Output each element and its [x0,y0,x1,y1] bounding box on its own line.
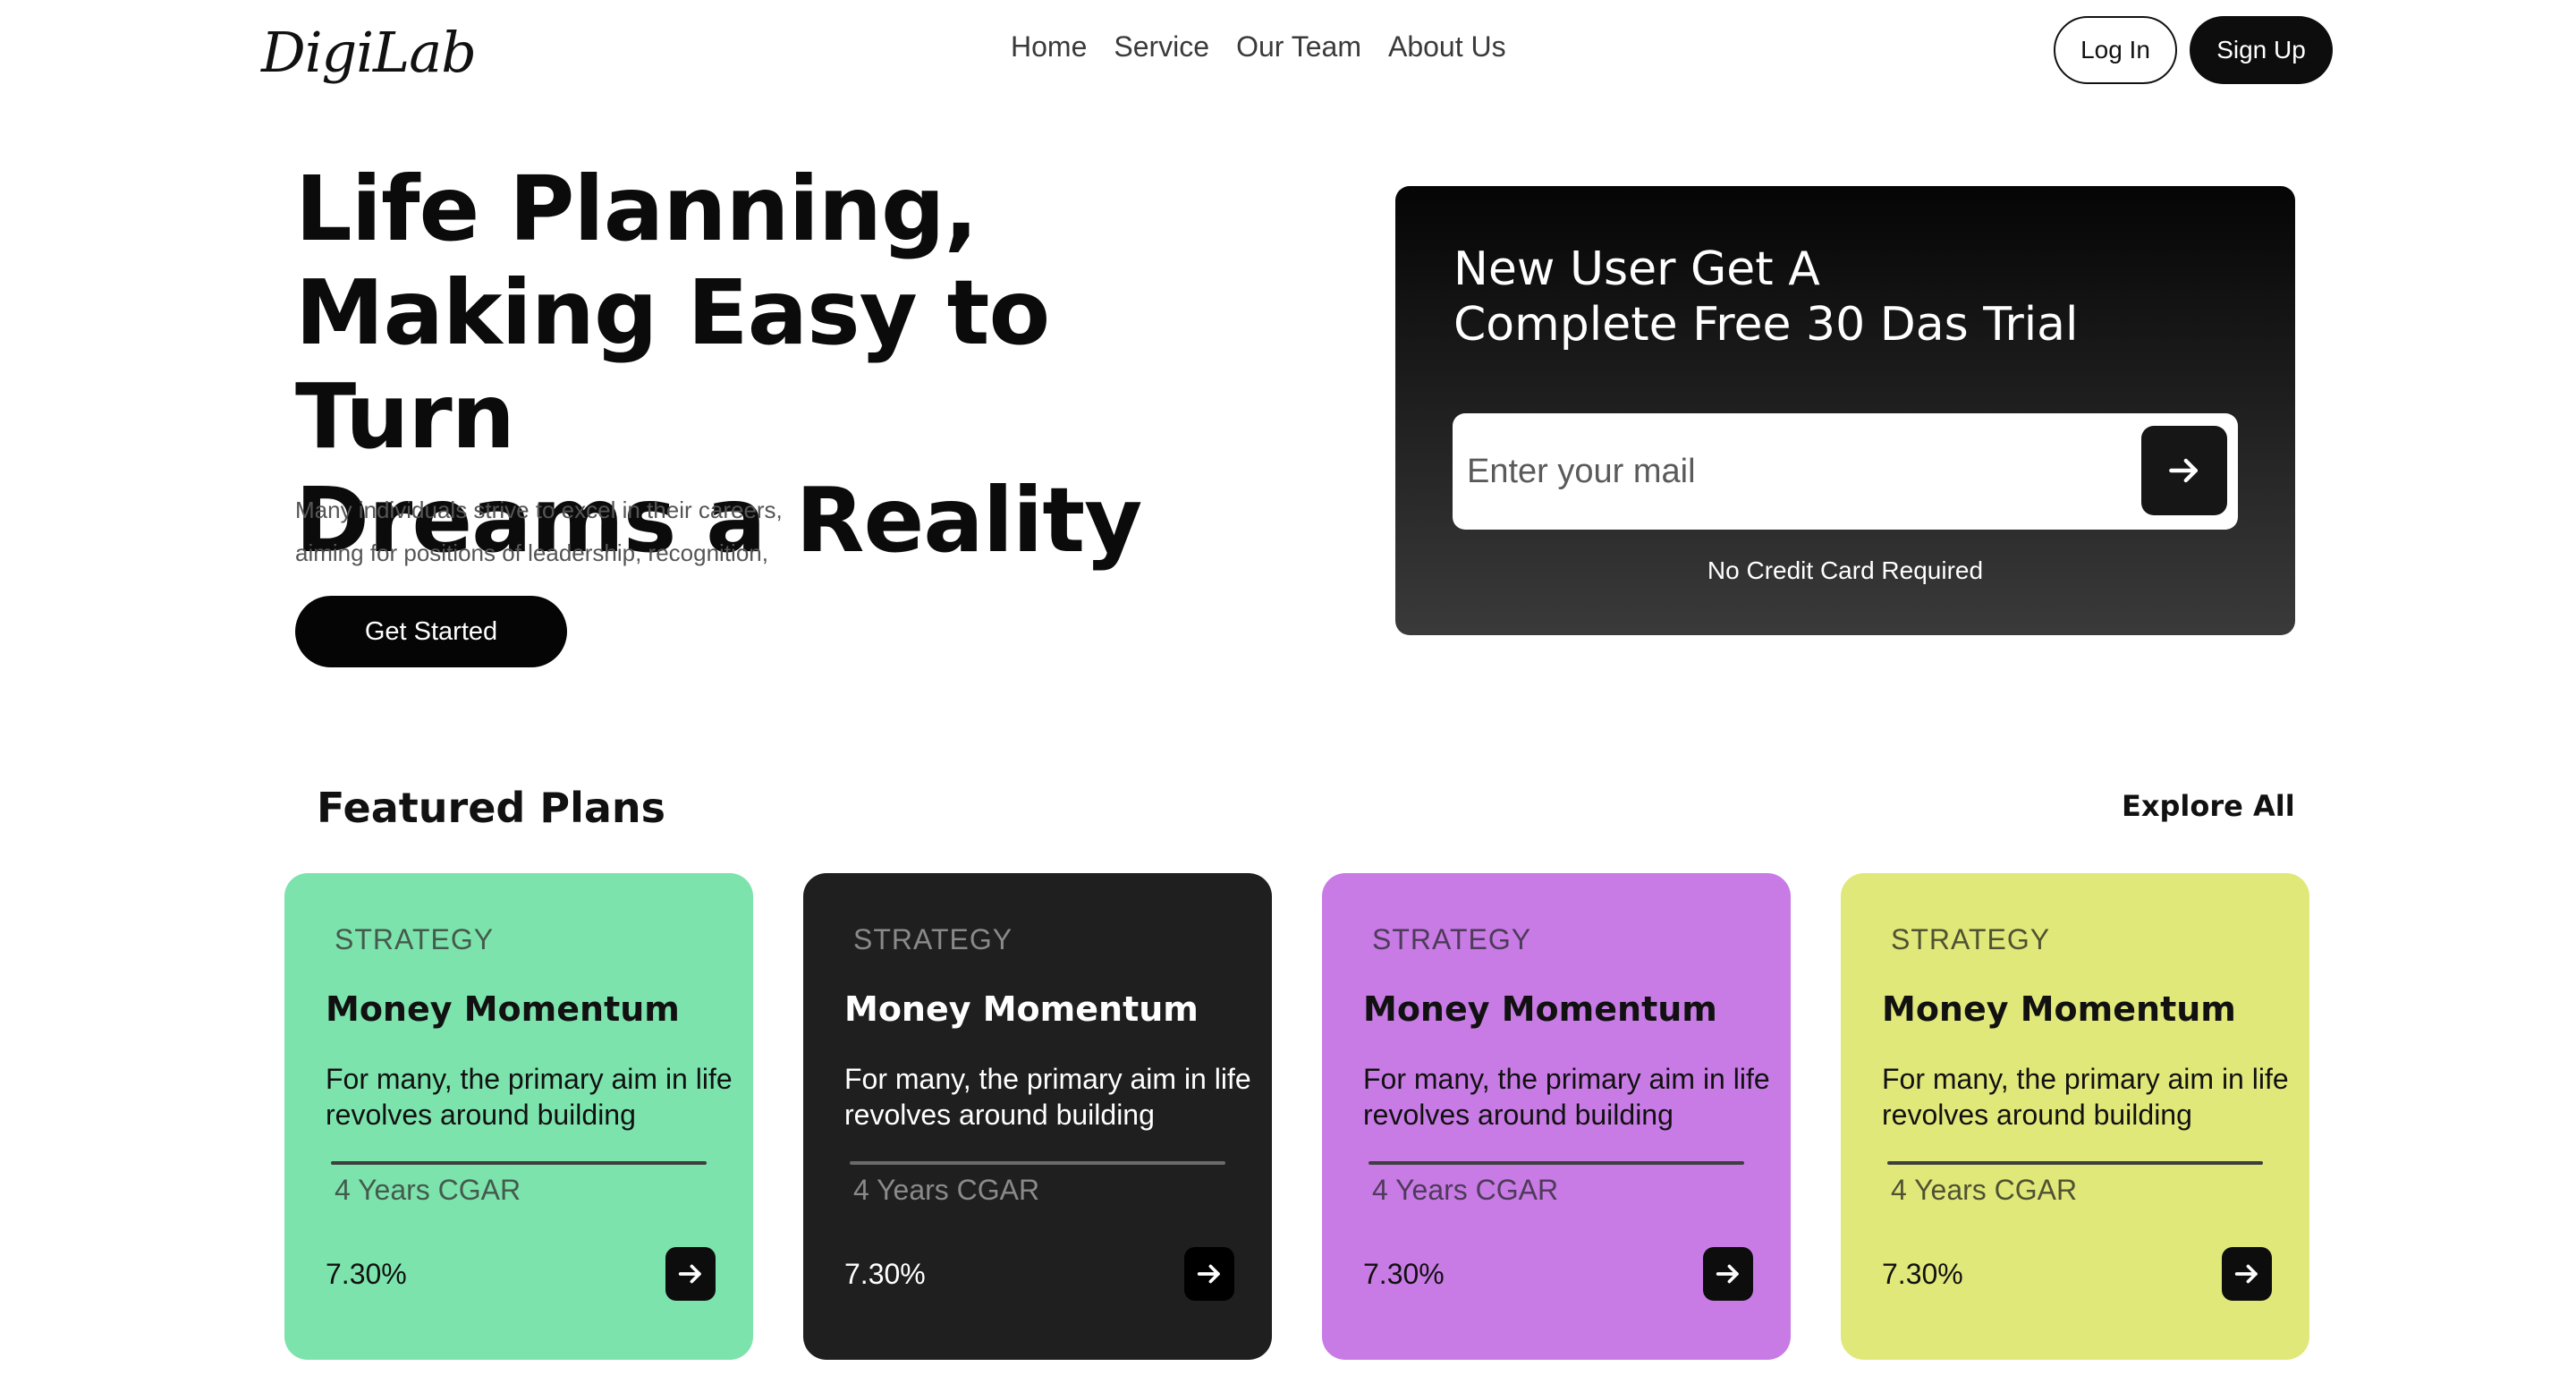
plan-description: For many, the primary aim in life revolv… [1882,1063,2289,1131]
email-input[interactable] [1467,440,2129,503]
hero-description: Many individuals strive to excel in thei… [295,488,921,574]
plan-description: For many, the primary aim in life revolv… [1363,1063,1770,1131]
login-button[interactable]: Log In [2054,16,2177,84]
hero-title-line: Life Planning, [295,157,979,261]
plan-title: Money Momentum [326,989,680,1029]
trial-title-line: Complete Free 30 Das Trial [1453,298,2079,352]
hero-description-line: aiming for positions of leadership, reco… [295,539,768,566]
plan-label: STRATEGY [853,923,1013,955]
plan-cagr: 4 Years CGAR [1372,1174,1559,1206]
get-started-button[interactable]: Get Started [295,596,567,667]
plan-cagr: 4 Years CGAR [335,1174,521,1206]
plan-label: STRATEGY [1372,923,1532,955]
plan-divider [331,1161,707,1165]
nav-our-team[interactable]: Our Team [1236,30,1361,64]
featured-title: Featured Plans [317,784,666,832]
plan-divider [850,1161,1225,1165]
email-field-wrapper [1453,413,2238,530]
plan-title: Money Momentum [1363,989,1717,1029]
arrow-right-icon [1197,1264,1220,1284]
plan-cagr: 4 Years CGAR [1891,1174,2078,1206]
plan-divider [1368,1161,1744,1165]
plan-description: For many, the primary aim in life revolv… [844,1063,1251,1131]
plan-card[interactable]: STRATEGY Money Momentum For many, the pr… [1322,873,1791,1360]
plan-open-button[interactable] [665,1247,716,1301]
trial-note: No Credit Card Required [1707,556,1984,584]
plan-card[interactable]: STRATEGY Money Momentum For many, the pr… [284,873,753,1360]
plan-description: For many, the primary aim in life revolv… [326,1063,733,1131]
main-nav: Home Service Our Team About Us [1011,30,1506,64]
plan-title: Money Momentum [844,989,1199,1029]
arrow-right-icon [1716,1264,1739,1284]
email-submit-button[interactable] [2141,426,2227,515]
plan-cagr: 4 Years CGAR [853,1174,1040,1206]
hero-title-line: Making Easy to Turn [295,260,1050,469]
arrow-right-icon [2169,458,2199,483]
arrow-right-icon [678,1264,701,1284]
plan-rate: 7.30% [1882,1258,1963,1290]
plan-label: STRATEGY [335,923,495,955]
plan-card[interactable]: STRATEGY Money Momentum For many, the pr… [803,873,1272,1360]
explore-all-link[interactable]: Explore All [2122,789,2295,823]
plan-open-button[interactable] [1703,1247,1753,1301]
plan-label: STRATEGY [1891,923,2051,955]
arrow-right-icon [2234,1264,2258,1284]
hero-description-line: Many individuals strive to excel in thei… [295,497,783,523]
nav-about-us[interactable]: About Us [1388,30,1506,64]
plan-rate: 7.30% [844,1258,926,1290]
nav-service[interactable]: Service [1114,30,1209,64]
plan-card[interactable]: STRATEGY Money Momentum For many, the pr… [1841,873,2309,1360]
plan-divider [1887,1161,2263,1165]
nav-home[interactable]: Home [1011,30,1087,64]
signup-button[interactable]: Sign Up [2190,16,2333,84]
logo[interactable]: DigiLab [261,20,477,85]
trial-title-line: New User Get A [1453,242,1820,296]
trial-title: New User Get A Complete Free 30 Das Tria… [1453,242,2241,352]
plan-open-button[interactable] [1184,1247,1234,1301]
plan-rate: 7.30% [326,1258,407,1290]
plan-rate: 7.30% [1363,1258,1445,1290]
plan-open-button[interactable] [2222,1247,2272,1301]
trial-card: New User Get A Complete Free 30 Das Tria… [1395,186,2295,635]
plan-title: Money Momentum [1882,989,2236,1029]
